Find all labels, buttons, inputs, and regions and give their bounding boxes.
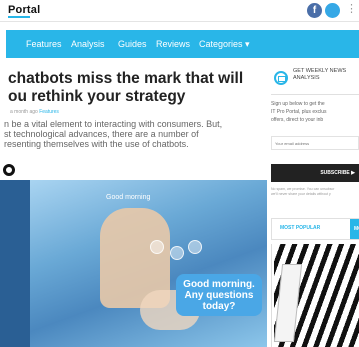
article-time: a month ago bbox=[10, 109, 38, 115]
hero-photo: Good morning Good morning. Any questions… bbox=[30, 180, 267, 347]
chat-bubble-icon bbox=[188, 240, 202, 254]
excerpt-line: resenting themselves with the use of cha… bbox=[4, 139, 189, 149]
tab-most-other[interactable]: MO bbox=[350, 219, 359, 239]
mail-icon bbox=[274, 71, 288, 85]
hero-small-text: Good morning bbox=[106, 194, 151, 201]
nav-item-categories[interactable]: Categories ▾ bbox=[199, 39, 250, 50]
nav-item-guides[interactable]: Guides bbox=[118, 39, 147, 49]
nav-item-features[interactable]: Features bbox=[26, 39, 62, 49]
newsletter-fine-print: No spam, we promise. You can unsubscr we… bbox=[271, 187, 359, 197]
article-excerpt: n be a vital element to interacting with… bbox=[4, 119, 260, 149]
more-icon[interactable]: ⋮ bbox=[346, 2, 357, 15]
newsletter-text-line: IT Pro Portal, plus exclus bbox=[271, 109, 327, 115]
subscribe-button[interactable]: SUBSCRIBE ▶ bbox=[271, 164, 359, 182]
email-field[interactable] bbox=[271, 136, 359, 150]
facebook-icon[interactable]: f bbox=[307, 3, 322, 18]
article-title-line2: ou rethink your strategy bbox=[8, 88, 186, 105]
article-hero-image[interactable]: Good morning Good morning. Any questions… bbox=[0, 180, 267, 347]
tab-most-popular[interactable]: MOST POPULAR bbox=[280, 225, 320, 231]
popular-article-thumbnail[interactable] bbox=[271, 244, 359, 347]
newsletter-text-line: Sign up below to get the bbox=[271, 101, 325, 107]
site-logo[interactable]: Portal bbox=[8, 4, 40, 16]
main-nav: Features Analysis Guides Reviews Categor… bbox=[6, 30, 359, 58]
divider bbox=[271, 94, 359, 95]
newsletter-title: GET WEEKLY NEWS ANALYSIS bbox=[293, 68, 347, 81]
popular-tabs: MOST POPULAR MO bbox=[271, 218, 359, 240]
excerpt-line: st technological advances, there are a n… bbox=[4, 129, 199, 139]
article-title-line1: chatbots miss the mark that will bbox=[8, 70, 244, 87]
article-category[interactable]: Features bbox=[39, 109, 59, 115]
loading-ring-icon bbox=[3, 164, 15, 176]
sidebar: GET WEEKLY NEWS ANALYSIS Sign up below t… bbox=[267, 58, 359, 347]
chat-bubble-icon bbox=[150, 240, 164, 254]
nav-item-analysis[interactable]: Analysis bbox=[71, 39, 105, 49]
nav-item-reviews[interactable]: Reviews bbox=[156, 39, 190, 49]
newsletter-description: Sign up below to get the IT Pro Portal, … bbox=[271, 100, 359, 124]
hero-blue-strip bbox=[0, 230, 30, 347]
excerpt-line: n be a vital element to interacting with… bbox=[4, 119, 223, 129]
newsletter-text-line: offers, direct to your inb bbox=[271, 117, 324, 123]
newsletter-header: GET WEEKLY NEWS ANALYSIS bbox=[271, 66, 359, 92]
chat-bubble: Good morning. Any questions today? bbox=[176, 274, 262, 316]
logo-accent-line bbox=[8, 16, 30, 18]
top-bar: Portal f ⋮ bbox=[0, 0, 359, 22]
fine-print-line: we'll never share your details without y bbox=[271, 192, 331, 196]
social-links: f bbox=[307, 3, 341, 19]
twitter-icon[interactable] bbox=[325, 3, 340, 18]
article-meta: a month ago Features bbox=[10, 109, 59, 115]
article-title[interactable]: chatbots miss the mark that will ou reth… bbox=[8, 70, 258, 106]
chat-bubble-icon bbox=[170, 246, 184, 260]
